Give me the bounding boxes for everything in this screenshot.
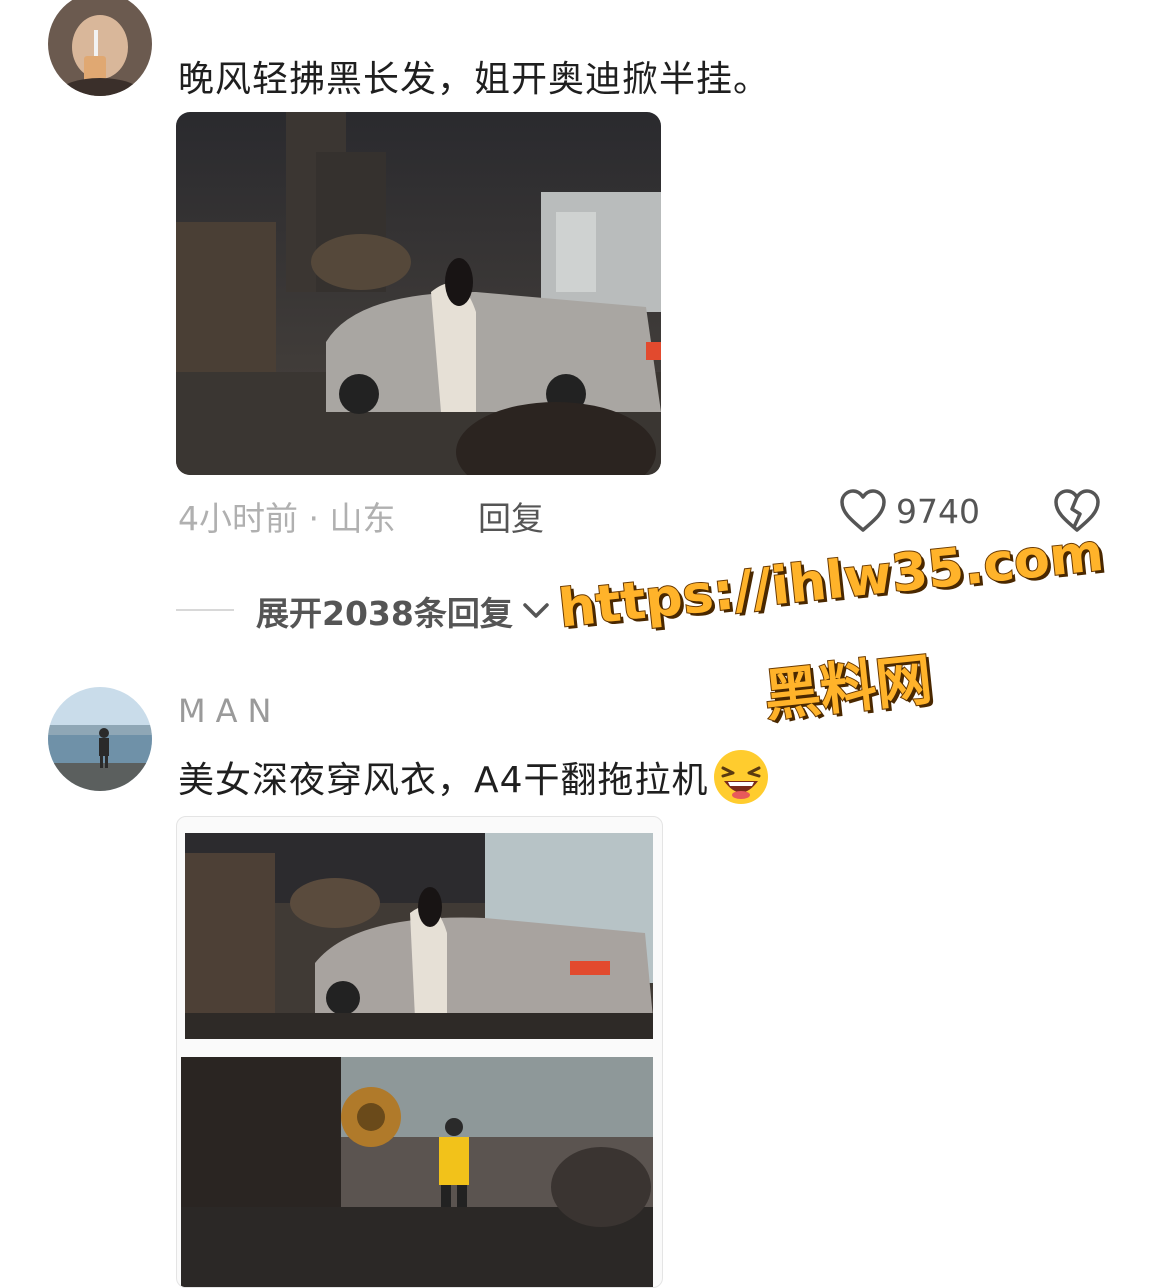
watermark-url: https://ihlw35.com — [555, 522, 1108, 641]
comment-text-row: 美女深夜穿风衣，A4干翻拖拉机 — [178, 748, 771, 806]
heart-icon — [840, 489, 886, 532]
expand-replies-label: 展开2038条回复 — [256, 594, 513, 633]
comment-text: 美女深夜穿风衣，A4干翻拖拉机 — [178, 760, 709, 801]
comment-photo[interactable] — [176, 112, 661, 475]
comment-photo-card[interactable] — [176, 816, 663, 1288]
like-count: 9740 — [896, 492, 980, 531]
reply-button[interactable]: 回复 — [478, 492, 544, 540]
like-button[interactable] — [838, 487, 888, 535]
watermark-name: 黑料网 — [760, 646, 936, 730]
comment-text: 晚风轻拂黑长发，姐开奥迪掀半挂。 — [178, 59, 771, 100]
divider — [176, 609, 234, 611]
expand-replies-button[interactable]: 展开2038条回复 — [256, 588, 553, 634]
username[interactable]: MAN — [178, 692, 281, 730]
avatar[interactable] — [48, 687, 152, 791]
comment-meta: 4小时前 · 山东 — [178, 499, 396, 538]
avatar[interactable] — [48, 0, 152, 96]
chevron-down-icon — [523, 603, 549, 618]
laughing-emoji-icon — [713, 750, 768, 804]
